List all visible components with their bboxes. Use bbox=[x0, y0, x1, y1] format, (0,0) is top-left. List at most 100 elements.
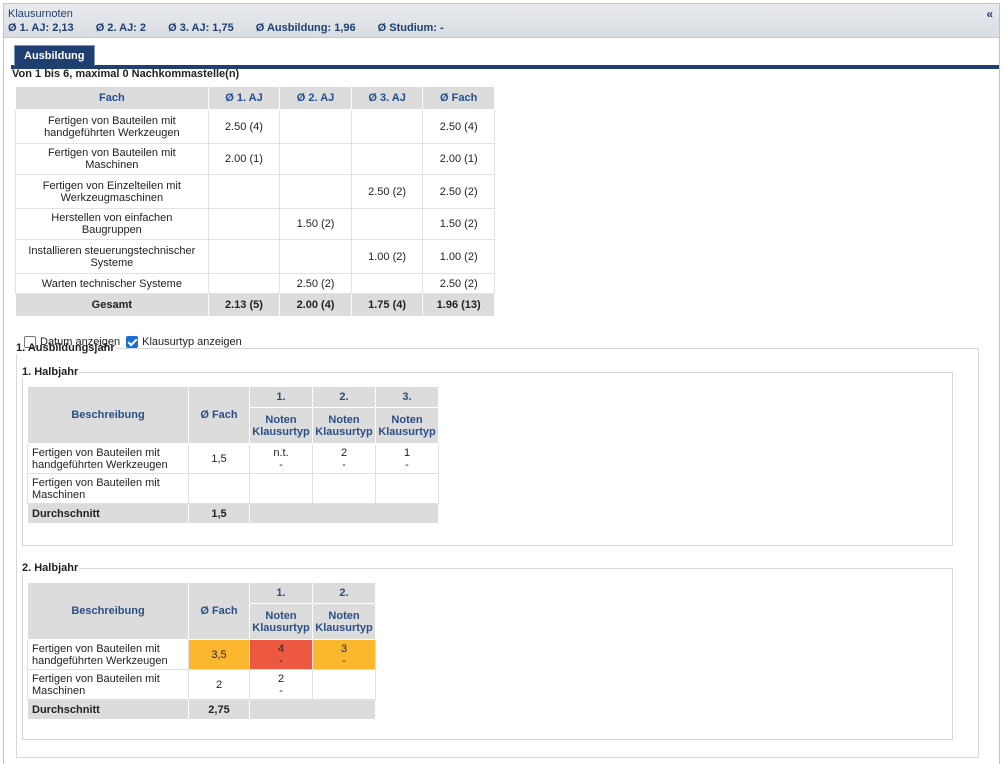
exam-type: - bbox=[279, 458, 283, 471]
average-row: Durchschnitt 2,75 bbox=[27, 699, 376, 720]
grade-cell bbox=[279, 239, 352, 274]
table-row: Fertigen von Bauteilen mit Maschinen 2 2… bbox=[27, 669, 376, 700]
grade-cell[interactable] bbox=[249, 473, 313, 504]
col-aj2: Ø 2. AJ bbox=[279, 86, 352, 110]
grade-cell[interactable]: 2- bbox=[312, 443, 376, 474]
grade-cell bbox=[207, 273, 281, 294]
grade-cell[interactable] bbox=[312, 473, 376, 504]
exam-2-number: 2. bbox=[312, 582, 376, 604]
grade-cell[interactable]: 4- bbox=[249, 639, 313, 670]
grade-cell: 2.50 (2) bbox=[422, 174, 495, 209]
exam-1-label: Noten Klausurtyp bbox=[249, 407, 313, 444]
table-row: Warten technischer Systeme 2.50 (2) 2.50… bbox=[15, 273, 495, 294]
table-row: Fertigen von Bauteilen mit Maschinen 2.0… bbox=[15, 143, 495, 175]
average-row: Durchschnitt 1,5 bbox=[27, 503, 439, 524]
subject-avg bbox=[188, 473, 250, 504]
grade-cell[interactable]: n.t. - bbox=[249, 443, 313, 474]
average-value: 2,75 bbox=[188, 699, 250, 720]
half2-legend: 2. Halbjahr bbox=[22, 562, 79, 574]
exam-type: - bbox=[279, 684, 283, 697]
table-row: Fertigen von Bauteilen mit handgeführten… bbox=[27, 639, 376, 670]
grade-cell[interactable] bbox=[375, 473, 439, 504]
grade-cell: 2.50 (4) bbox=[207, 109, 281, 144]
average-value: 1,5 bbox=[188, 503, 250, 524]
grade-cell: 2.50 (2) bbox=[279, 273, 352, 294]
total-cell: 1.75 (4) bbox=[350, 293, 424, 317]
exam-1-number: 1. bbox=[249, 386, 313, 408]
grade-cell bbox=[279, 109, 352, 144]
total-cell: 2.13 (5) bbox=[207, 293, 281, 317]
grade-cell: 1.00 (2) bbox=[350, 239, 424, 274]
subject-name: Fertigen von Bauteilen mit handgeführten… bbox=[27, 639, 189, 670]
average-label: Durchschnitt bbox=[27, 503, 189, 524]
col-avg-fach: Ø Fach bbox=[188, 386, 250, 444]
subject-name: Warten technischer Systeme bbox=[15, 273, 209, 294]
exam-type: - bbox=[342, 458, 346, 471]
exam-type: - bbox=[342, 654, 346, 667]
avg-year2: Ø 2. AJ: 2 bbox=[95, 22, 147, 34]
col-beschreibung: Beschreibung bbox=[27, 582, 189, 640]
exam-3-number: 3. bbox=[375, 386, 439, 408]
grade-value: 3 bbox=[340, 642, 348, 655]
col-avg-fach: Ø Fach bbox=[188, 582, 250, 640]
grade-cell[interactable]: 2- bbox=[249, 669, 313, 700]
grade-cell: 2.00 (1) bbox=[207, 143, 281, 175]
subject-name: Fertigen von Bauteilen mit handgeführten… bbox=[15, 109, 209, 144]
grade-range-note: Von 1 bis 6, maximal 0 Nachkommastelle(n… bbox=[12, 68, 240, 80]
year1-fieldset: 1. Ausbildungsjahr 1. Halbjahr Beschreib… bbox=[16, 342, 979, 758]
table-row: Herstellen von einfachen Baugruppen 1.50… bbox=[15, 208, 495, 240]
total-cell: 2.00 (4) bbox=[279, 293, 352, 317]
grade-value: 2 bbox=[277, 672, 285, 685]
grade-cell bbox=[350, 208, 424, 240]
grade-cell[interactable]: 1- bbox=[375, 443, 439, 474]
subject-name: Fertigen von Bauteilen mit handgeführten… bbox=[27, 443, 189, 474]
half1-legend: 1. Halbjahr bbox=[22, 366, 79, 378]
grade-cell bbox=[350, 143, 424, 175]
half1-fieldset: 1. Halbjahr Beschreibung Ø Fach 1. 2. 3.… bbox=[22, 366, 953, 546]
average-label: Durchschnitt bbox=[27, 699, 189, 720]
col-aj1: Ø 1. AJ bbox=[207, 86, 281, 110]
exam-type: - bbox=[279, 654, 283, 667]
grade-cell: 2.50 (2) bbox=[350, 174, 424, 209]
total-label: Gesamt bbox=[15, 293, 209, 317]
grade-cell[interactable]: 3- bbox=[312, 639, 376, 670]
exam-1-number: 1. bbox=[249, 582, 313, 604]
grade-value: 2 bbox=[340, 446, 348, 459]
exam-2-label: Noten Klausurtyp bbox=[312, 603, 376, 640]
average-stats: Ø 1. AJ: 2,13 Ø 2. AJ: 2 Ø 3. AJ: 1,75 Ø… bbox=[8, 22, 463, 34]
grade-cell bbox=[350, 109, 424, 144]
subject-name: Fertigen von Bauteilen mit Maschinen bbox=[15, 143, 209, 175]
subject-name: Fertigen von Bauteilen mit Maschinen bbox=[27, 669, 189, 700]
avg-ausbildung: Ø Ausbildung: 1,96 bbox=[255, 22, 356, 34]
avg-year1: Ø 1. AJ: 2,13 bbox=[8, 22, 74, 34]
grade-cell[interactable] bbox=[312, 669, 376, 700]
subject-avg: 3,5 bbox=[188, 639, 250, 670]
subject-avg: 2 bbox=[188, 669, 250, 700]
table-row: Fertigen von Bauteilen mit Maschinen bbox=[27, 473, 439, 504]
grade-value: 1 bbox=[403, 446, 411, 459]
half2-table: Beschreibung Ø Fach 1. 2. Noten Klausurt… bbox=[27, 582, 376, 720]
grade-cell bbox=[279, 143, 352, 175]
panel-title: Klausurnoten bbox=[8, 8, 73, 20]
grade-cell: 2.00 (1) bbox=[422, 143, 495, 175]
collapse-icon[interactable]: « bbox=[986, 7, 993, 21]
tab-strip: Ausbildung bbox=[11, 45, 999, 69]
avg-studium: Ø Studium: - bbox=[377, 22, 444, 34]
tab-ausbildung[interactable]: Ausbildung bbox=[14, 45, 95, 66]
subject-name: Fertigen von Einzelteilen mit Werkzeugma… bbox=[15, 174, 209, 209]
exam-type: - bbox=[405, 458, 409, 471]
grade-cell: 1.50 (2) bbox=[279, 208, 352, 240]
grade-cell: 2.50 (4) bbox=[422, 109, 495, 144]
grade-cell bbox=[207, 174, 281, 209]
grade-cell bbox=[207, 239, 281, 274]
grade-cell: 1.50 (2) bbox=[422, 208, 495, 240]
grade-value: n.t. bbox=[273, 446, 289, 459]
subject-avg: 1,5 bbox=[188, 443, 250, 474]
avg-year3: Ø 3. AJ: 1,75 bbox=[168, 22, 234, 34]
subject-name: Installieren steuerungstechnischer Syste… bbox=[15, 239, 209, 274]
summary-table: Fach Ø 1. AJ Ø 2. AJ Ø 3. AJ Ø Fach Fert… bbox=[15, 86, 495, 317]
table-row: Fertigen von Bauteilen mit handgeführten… bbox=[27, 443, 439, 474]
total-cell: 1.96 (13) bbox=[422, 293, 495, 317]
table-row: Fertigen von Bauteilen mit handgeführten… bbox=[15, 109, 495, 144]
table-row: Installieren steuerungstechnischer Syste… bbox=[15, 239, 495, 274]
